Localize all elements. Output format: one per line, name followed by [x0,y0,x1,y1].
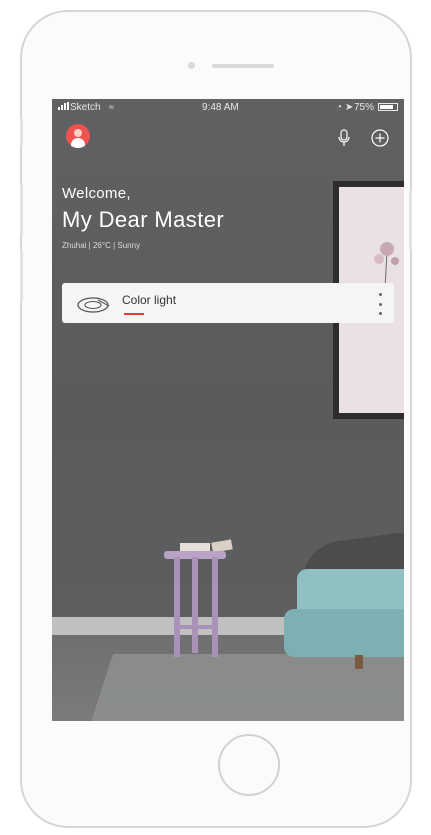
signal-icon [58,102,69,110]
mute-switch [20,118,23,146]
weather-info: Zhuhai | 26°C | Sunny [62,241,141,250]
status-bar: Sketch ≈ 9:48 AM ◔ ➤ 75% [52,99,404,115]
status-time: 9:48 AM [202,102,239,113]
table-leg [212,557,218,657]
sofa-seat [284,609,404,657]
home-button[interactable] [218,734,280,796]
location-icon: ➤ [345,102,354,113]
microphone-icon[interactable] [336,129,352,147]
wifi-icon: ≈ [109,102,114,112]
battery-icon [378,103,398,111]
volume-up-button [20,184,23,236]
power-button [409,190,412,250]
app-screen: Sketch ≈ 9:48 AM ◔ ➤ 75% Welcome, My Dea… [52,99,404,721]
active-indicator [124,313,144,315]
speaker-grille [212,64,274,68]
plus-circle-icon[interactable] [371,129,389,147]
table-crossbar [174,625,218,629]
light-strip-icon [77,297,110,313]
camera-icon [188,62,195,69]
user-avatar-icon[interactable] [66,124,90,148]
table-leg [174,557,180,657]
more-vertical-icon[interactable] [376,293,384,315]
book [180,543,210,551]
greeting-text: Welcome, [62,185,131,202]
carrier-label: Sketch [70,102,101,113]
page-title: My Dear Master [62,207,225,232]
battery-percent: 75% [354,102,375,113]
device-card-color-light[interactable]: Color light [62,283,394,323]
sofa-leg [355,655,363,669]
device-name: Color light [122,293,177,307]
table-leg [192,557,198,653]
flower-art [374,242,399,290]
volume-down-button [20,250,23,302]
alarm-icon: ◔ [336,102,343,113]
